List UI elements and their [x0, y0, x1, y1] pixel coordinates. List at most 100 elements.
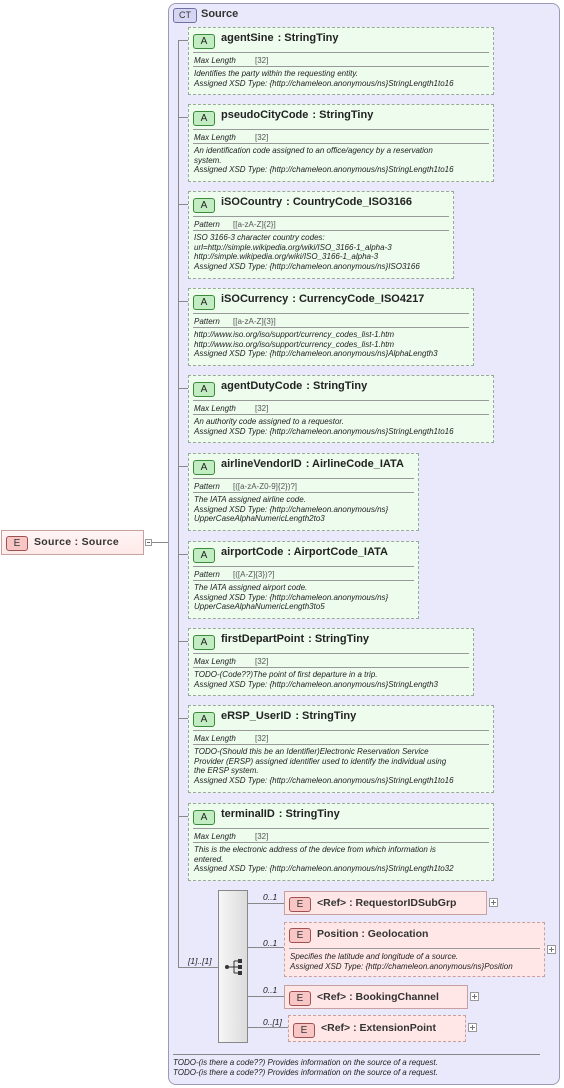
attribute-type: : StringTiny [277, 32, 339, 44]
sequence-cardinality: [1]..[1] [188, 956, 212, 966]
root-element-source[interactable]: E Source : Source [1, 530, 144, 555]
attribute-connector [179, 301, 188, 302]
child-element-requestoridsubgrp[interactable]: E <Ref> : RequestorIDSubGrp [284, 891, 487, 915]
attribute-connector [179, 718, 188, 719]
attribute-name: airportCode [221, 546, 284, 558]
facet-name: Pattern [194, 317, 220, 326]
child-element-bookingchannel[interactable]: E <Ref> : BookingChannel [284, 985, 468, 1009]
sequence-compositor[interactable] [218, 890, 248, 1043]
doc-line: An identification code assigned to an of… [194, 146, 433, 155]
attribute-connector [179, 466, 188, 467]
attribute-firstdepartpoint[interactable]: AfirstDepartPoint: StringTiny Max Length [… [188, 628, 474, 696]
attribute-name: agentDutyCode [221, 380, 303, 392]
attribute-isocountry[interactable]: AiSOCountry: CountryCode_ISO3166 Pattern [… [188, 191, 454, 279]
child-cardinality: 0..1 [263, 938, 278, 948]
attribute-documentation: The IATA assigned airline code. Assigned … [194, 495, 414, 524]
sequence-icon [225, 959, 242, 975]
attribute-documentation: The IATA assigned airport code. Assigned … [194, 583, 414, 612]
facet-value: [32] [255, 56, 269, 65]
child-element-extensionpoint[interactable]: E <Ref> : ExtensionPoint [288, 1015, 466, 1042]
attribute-connector [179, 40, 188, 41]
facet-name: Pattern [194, 570, 220, 579]
facet-name: Max Length [194, 657, 236, 666]
attribute-pseudocitycode[interactable]: ApseudoCityCode: StringTiny Max Length [32… [188, 104, 494, 182]
doc-line: system. [194, 155, 222, 165]
separator [193, 400, 489, 401]
attribute-connector [179, 204, 188, 205]
facet-value: [32] [255, 657, 269, 666]
separator [193, 129, 489, 130]
attribute-badge: A [193, 295, 215, 310]
facet-value: [32] [255, 404, 269, 413]
facet-value: [32] [255, 734, 269, 743]
facet-name: Pattern [194, 220, 220, 229]
facet-value: [[a-zA-Z]{2}] [233, 220, 276, 229]
attribute-name: firstDepartPoint [221, 633, 305, 645]
separator [193, 313, 469, 314]
child-element-position[interactable]: E Position : Geolocation Specifies the l… [284, 922, 545, 977]
element-badge: E [293, 1023, 315, 1038]
facet-name: Max Length [194, 832, 236, 841]
doc-line: Specifies the latitude and longitude of … [290, 952, 459, 961]
doc-line: ISO 3166-3 character country codes: [194, 233, 325, 242]
element-badge: E [6, 536, 28, 551]
attribute-isocurrency[interactable]: AiSOCurrency: CurrencyCode_ISO4217 Patter… [188, 288, 474, 366]
separator [193, 842, 489, 843]
attribute-airportcode[interactable]: AairportCode: AirportCode_IATA Pattern [([… [188, 541, 419, 619]
collapse-icon[interactable] [145, 539, 152, 546]
expand-icon[interactable] [489, 898, 498, 907]
attribute-name: eRSP_UserID [221, 710, 292, 722]
attribute-badge: A [193, 460, 215, 475]
separator [193, 216, 449, 217]
separator [193, 566, 414, 567]
attribute-type: : CountryCode_ISO3166 [286, 196, 413, 208]
attribute-name: iSOCountry [221, 196, 283, 208]
attribute-type: : StringTiny [278, 808, 340, 820]
attribute-terminalid[interactable]: AterminalID: StringTiny Max Length [32] Thi… [188, 803, 494, 881]
separator [193, 667, 469, 668]
doc-line: Identifies the party within the requesti… [194, 69, 358, 78]
attribute-type: : StringTiny [312, 109, 374, 121]
attribute-airlinevendorid[interactable]: AairlineVendorID: AirlineCode_IATA Patter… [188, 453, 419, 531]
doc-line: http://www.iso.org/iso/support/currency_… [194, 339, 395, 349]
separator [193, 478, 414, 479]
attribute-documentation: An authority code assigned to a requesto… [194, 417, 489, 436]
separator [193, 492, 414, 493]
attribute-badge: A [193, 34, 215, 49]
attribute-name: airlineVendorID [221, 458, 302, 470]
attribute-agentdutycode[interactable]: AagentDutyCode: StringTiny Max Length [32]… [188, 375, 494, 443]
complex-type-documentation: TODO-(is there a code??) Provides inform… [173, 1068, 438, 1077]
separator [193, 730, 489, 731]
attribute-type: : StringTiny [308, 633, 370, 645]
attribute-name: terminalID [221, 808, 275, 820]
attribute-documentation: This is the electronic address of the de… [194, 845, 489, 874]
separator [193, 744, 489, 745]
attribute-name: pseudoCityCode [221, 109, 309, 121]
complex-type-documentation: TODO-(is there a code??) Provides inform… [173, 1058, 438, 1067]
child-connector [248, 1027, 288, 1028]
expand-icon[interactable] [470, 992, 479, 1001]
separator [193, 143, 489, 144]
expand-icon[interactable] [468, 1023, 477, 1032]
doc-line: Assigned XSD Type: {http://chameleon.ano… [194, 592, 389, 602]
child-element-label: Position : Geolocation [317, 928, 429, 940]
attribute-badge: A [193, 635, 215, 650]
attribute-badge: A [193, 111, 215, 126]
doc-line: Provider (ERSP) assigned identifier used… [194, 756, 447, 766]
attribute-connector [179, 388, 188, 389]
separator [193, 52, 489, 53]
attribute-name: iSOCurrency [221, 293, 289, 305]
attribute-badge: A [193, 382, 215, 397]
element-badge: E [289, 928, 311, 943]
child-connector [248, 996, 284, 997]
doc-line: entered. [194, 854, 224, 864]
attribute-documentation: http://www.iso.org/iso/support/currency_… [194, 330, 469, 359]
child-documentation: Specifies the latitude and longitude of … [290, 952, 540, 971]
doc-line: TODO-(Should this be an Identifier)Elect… [194, 747, 429, 756]
attribute-ersp_userid[interactable]: AeRSP_UserID: StringTiny Max Length [32] TO… [188, 705, 494, 793]
expand-icon[interactable] [547, 945, 556, 954]
attribute-badge: A [193, 810, 215, 825]
attribute-agentsine[interactable]: AagentSine: StringTiny Max Length [32] Iden… [188, 27, 494, 95]
separator [193, 653, 469, 654]
footer-separator [173, 1054, 540, 1055]
